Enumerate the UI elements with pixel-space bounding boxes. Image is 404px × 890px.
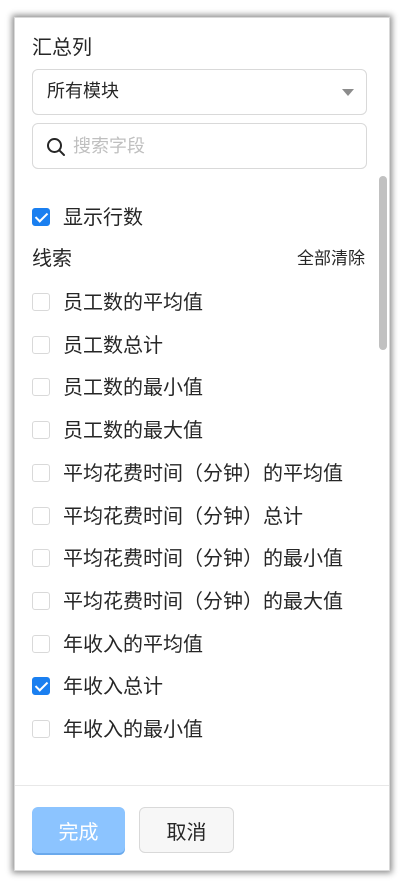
summary-columns-panel: 汇总列 所有模块 显示行数 线索 全部清除 员工数的平均值员工数总计员工数的最小…	[14, 17, 390, 871]
clue-field-label: 员工数的最大值	[63, 418, 203, 442]
checkbox-checked-icon[interactable]	[32, 208, 50, 226]
checkbox-unchecked-icon[interactable]	[32, 293, 50, 311]
clue-field-label: 员工数总计	[63, 333, 163, 357]
clue-field-label: 年收入的平均值	[63, 632, 203, 656]
checkbox-unchecked-icon[interactable]	[32, 549, 50, 567]
search-icon	[47, 138, 65, 156]
checkbox-unchecked-icon[interactable]	[32, 507, 50, 525]
clue-field-label: 员工数的平均值	[63, 290, 203, 314]
clue-field-item[interactable]: 平均花费时间（分钟）的平均值	[32, 459, 343, 487]
checkbox-unchecked-icon[interactable]	[32, 421, 50, 439]
scrollbar-thumb[interactable]	[379, 176, 387, 350]
cancel-button[interactable]: 取消	[139, 807, 234, 853]
clue-field-label: 平均花费时间（分钟）的平均值	[63, 461, 343, 485]
clue-field-item[interactable]: 员工数的最小值	[32, 373, 203, 401]
module-select-value: 所有模块	[47, 81, 119, 102]
clue-field-item[interactable]: 年收入总计	[32, 672, 163, 700]
clue-field-item[interactable]: 平均花费时间（分钟）的最小值	[32, 544, 343, 572]
clue-field-item[interactable]: 年收入的最小值	[32, 715, 203, 743]
show-row-count-checkbox[interactable]: 显示行数	[32, 203, 143, 231]
checkbox-unchecked-icon[interactable]	[32, 720, 50, 738]
clue-field-item[interactable]: 年收入的平均值	[32, 630, 203, 658]
checkbox-checked-icon[interactable]	[32, 677, 50, 695]
footer-divider	[15, 785, 389, 786]
clue-field-item[interactable]: 员工数的平均值	[32, 288, 203, 316]
show-row-count-label: 显示行数	[63, 205, 143, 229]
chevron-down-icon	[342, 89, 354, 96]
module-select[interactable]: 所有模块	[32, 69, 367, 115]
clue-field-label: 平均花费时间（分钟）总计	[63, 504, 303, 528]
clues-section-title: 线索	[32, 246, 72, 270]
clue-field-item[interactable]: 员工数总计	[32, 331, 163, 359]
clue-field-item[interactable]: 员工数的最大值	[32, 416, 203, 444]
clue-field-label: 年收入的最小值	[63, 717, 203, 741]
search-input[interactable]	[73, 132, 353, 160]
clue-field-label: 平均花费时间（分钟）的最大值	[63, 589, 343, 613]
clue-field-item[interactable]: 平均花费时间（分钟）总计	[32, 502, 303, 530]
checkbox-unchecked-icon[interactable]	[32, 336, 50, 354]
checkbox-unchecked-icon[interactable]	[32, 378, 50, 396]
clue-field-label: 员工数的最小值	[63, 375, 203, 399]
search-field[interactable]	[32, 123, 367, 169]
checkbox-unchecked-icon[interactable]	[32, 635, 50, 653]
clue-field-label: 平均花费时间（分钟）的最小值	[63, 546, 343, 570]
done-button[interactable]: 完成	[32, 807, 125, 853]
panel-title: 汇总列	[32, 35, 92, 59]
clue-field-item[interactable]: 平均花费时间（分钟）的最大值	[32, 587, 343, 615]
checkbox-unchecked-icon[interactable]	[32, 592, 50, 610]
checkbox-unchecked-icon[interactable]	[32, 464, 50, 482]
clue-field-label: 年收入总计	[63, 674, 163, 698]
clear-all-link[interactable]: 全部清除	[297, 247, 365, 271]
